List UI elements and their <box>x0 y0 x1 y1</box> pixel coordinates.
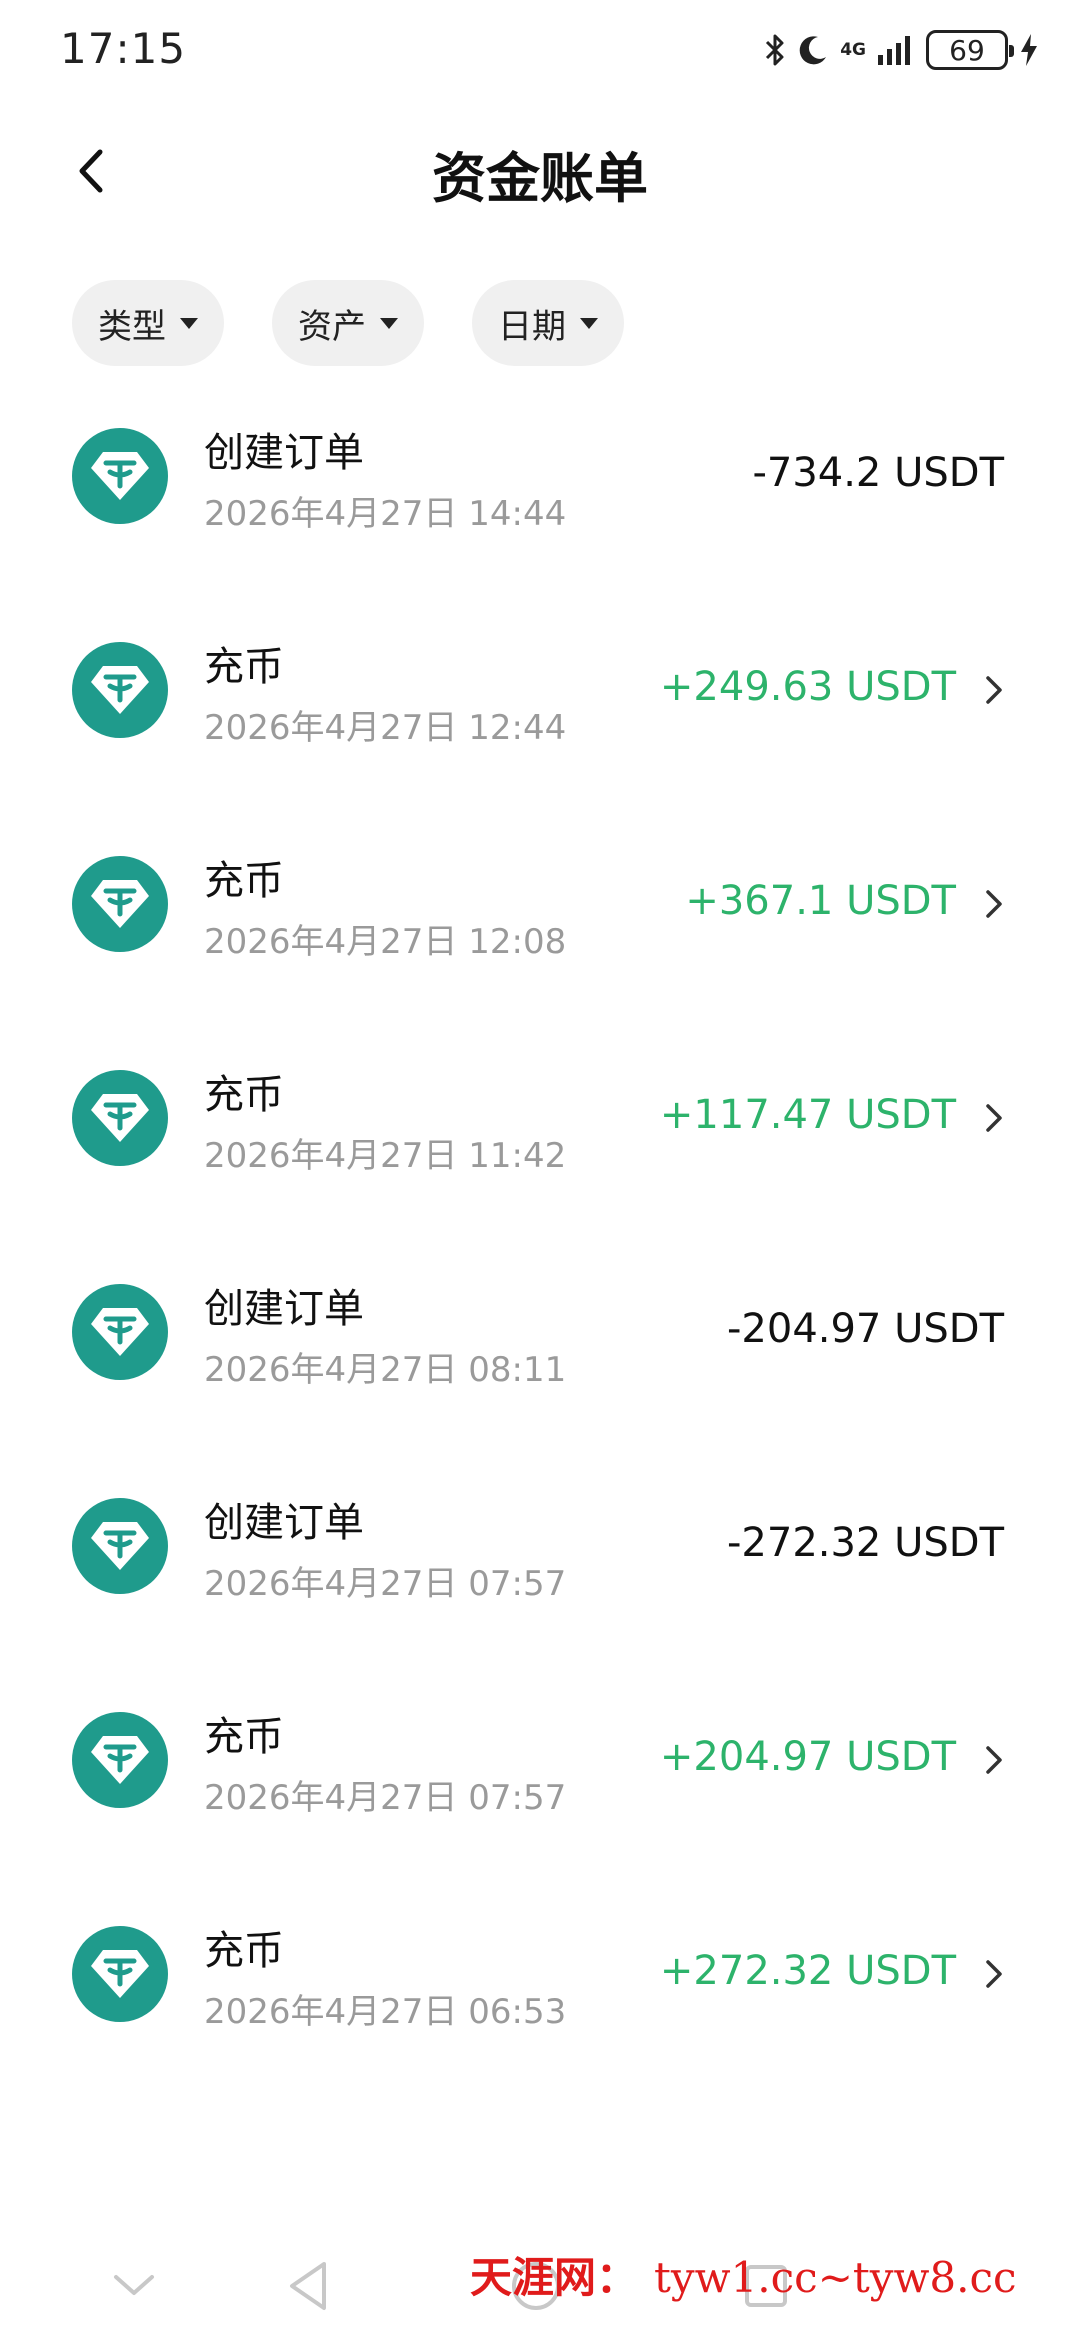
transaction-title: 充币 <box>204 1928 284 1974</box>
filter-label: 日期 <box>498 306 566 347</box>
transaction-title: 充币 <box>204 644 284 690</box>
watermark-urls: tyw1.cc~tyw8.cc <box>654 2253 1017 2302</box>
usdt-coin-icon <box>72 1712 168 1808</box>
transaction-title: 充币 <box>204 1072 284 1118</box>
caret-down-icon <box>580 317 598 329</box>
battery-icon: 69 <box>926 28 1014 72</box>
transaction-amount: -272.32 USDT <box>726 1520 1004 1566</box>
usdt-coin-icon <box>72 1926 168 2022</box>
transaction-date: 2026年4月27日 14:44 <box>204 494 567 534</box>
triangle-back-icon <box>290 2262 326 2310</box>
transaction-amount: +367.1 USDT <box>685 878 956 924</box>
charging-icon <box>1018 28 1040 72</box>
header: 资金账单 <box>0 110 1080 230</box>
filter-type-dropdown[interactable]: 类型 <box>72 280 224 366</box>
transaction-title: 创建订单 <box>204 430 364 476</box>
transaction-amount: -204.97 USDT <box>726 1306 1004 1352</box>
usdt-coin-icon <box>72 856 168 952</box>
chevron-right-icon <box>974 668 1014 712</box>
usdt-coin-icon <box>72 642 168 738</box>
transaction-row[interactable]: 充币 2026年4月27日 11:42 +117.47 USDT <box>0 1034 1080 1248</box>
usdt-coin-icon <box>72 428 168 524</box>
page-title: 资金账单 <box>432 147 648 210</box>
signal-icon <box>876 28 916 72</box>
usdt-coin-icon <box>72 1498 168 1594</box>
caret-down-icon <box>180 317 198 329</box>
chevron-right-icon <box>974 1738 1014 1782</box>
transaction-title: 充币 <box>204 1714 284 1760</box>
transaction-date: 2026年4月27日 07:57 <box>204 1564 567 1604</box>
transaction-date: 2026年4月27日 12:08 <box>204 922 567 962</box>
filter-asset-dropdown[interactable]: 资产 <box>272 280 424 366</box>
transaction-row[interactable]: 充币 2026年4月27日 12:44 +249.63 USDT <box>0 606 1080 820</box>
battery-level: 69 <box>949 33 985 67</box>
chevron-right-icon <box>974 1952 1014 1996</box>
filter-bar: 类型 资产 日期 <box>72 280 624 366</box>
filter-label: 资产 <box>298 306 366 347</box>
nav-back-button[interactable] <box>272 2250 344 2322</box>
usdt-coin-icon <box>72 1070 168 1166</box>
transaction-row[interactable]: 创建订单 2026年4月27日 08:11 -204.97 USDT <box>0 1248 1080 1462</box>
transaction-amount: +204.97 USDT <box>659 1734 956 1780</box>
transaction-amount: -734.2 USDT <box>752 450 1004 496</box>
funds-bill-screen: 17:15 4G 69 资金账单 类型 资产 日期 创建订单 2026年4月27… <box>0 0 1080 2340</box>
transaction-title: 创建订单 <box>204 1500 364 1546</box>
moon-icon <box>796 28 830 72</box>
watermark: 天涯网： tyw1.cc~tyw8.cc <box>470 2244 1017 2305</box>
nav-collapse-button[interactable] <box>98 2250 170 2322</box>
filter-date-dropdown[interactable]: 日期 <box>472 280 624 366</box>
chevron-right-icon <box>974 1096 1014 1140</box>
bluetooth-icon <box>764 28 786 72</box>
transaction-row[interactable]: 创建订单 2026年4月27日 14:44 -734.2 USDT <box>0 392 1080 606</box>
watermark-site-name: 天涯网： <box>470 2253 639 2302</box>
transaction-date: 2026年4月27日 11:42 <box>204 1136 567 1176</box>
chevron-right-icon <box>974 882 1014 926</box>
transaction-title: 充币 <box>204 858 284 904</box>
caret-down-icon <box>380 317 398 329</box>
usdt-coin-icon <box>72 1284 168 1380</box>
status-icons: 4G 69 <box>764 28 1040 72</box>
transaction-date: 2026年4月27日 12:44 <box>204 708 567 748</box>
status-bar: 17:15 4G 69 <box>0 0 1080 100</box>
transaction-amount: +117.47 USDT <box>659 1092 956 1138</box>
transaction-date: 2026年4月27日 06:53 <box>204 1992 567 2032</box>
transaction-date: 2026年4月27日 08:11 <box>204 1350 567 1390</box>
transaction-row[interactable]: 创建订单 2026年4月27日 07:57 -272.32 USDT <box>0 1462 1080 1676</box>
status-time: 17:15 <box>60 24 187 73</box>
chevron-down-icon <box>114 2275 154 2295</box>
transaction-title: 创建订单 <box>204 1286 364 1332</box>
transaction-date: 2026年4月27日 07:57 <box>204 1778 567 1818</box>
transaction-row[interactable]: 充币 2026年4月27日 07:57 +204.97 USDT <box>0 1676 1080 1890</box>
filter-label: 类型 <box>98 306 166 347</box>
transaction-row[interactable]: 充币 2026年4月27日 06:53 +272.32 USDT <box>0 1890 1080 2104</box>
transaction-row[interactable]: 充币 2026年4月27日 12:08 +367.1 USDT <box>0 820 1080 1034</box>
transaction-amount: +249.63 USDT <box>659 664 956 710</box>
transaction-amount: +272.32 USDT <box>659 1948 956 1994</box>
network-type: 4G <box>840 39 866 60</box>
